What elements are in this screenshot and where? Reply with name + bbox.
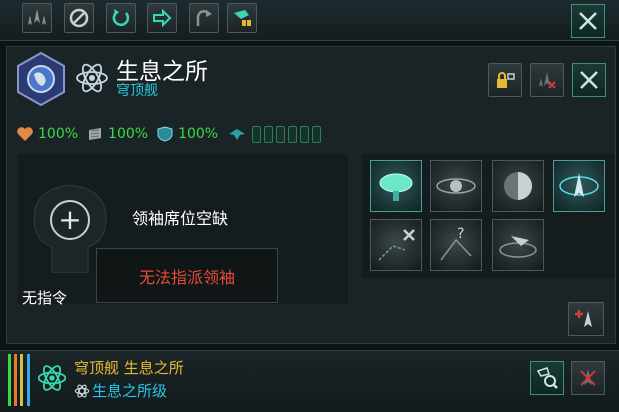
locate-fleet-button[interactable] (530, 361, 564, 395)
atom-icon (37, 365, 67, 391)
lock-camera-icon (497, 72, 515, 88)
patrol-module-button[interactable] (492, 219, 544, 271)
design-name[interactable]: 生息之所级 (74, 380, 167, 401)
close-window-button[interactable] (571, 4, 605, 38)
close-icon (579, 12, 597, 30)
close-icon (580, 71, 598, 89)
status-bar-blue (27, 354, 30, 406)
shield-icon (157, 126, 173, 142)
hull-percent: 100% (38, 126, 79, 142)
pip (312, 125, 322, 143)
curved-arrow-icon (196, 10, 212, 26)
atom-small-icon (74, 384, 90, 397)
hull-icon (17, 127, 33, 141)
stop-button[interactable] (64, 3, 94, 33)
bombard-module-button[interactable] (492, 160, 544, 212)
armor-icon (89, 128, 102, 140)
scrap-ship-icon (580, 369, 596, 386)
current-order-label: 无指令 (22, 289, 68, 307)
disband-fleet-icon (539, 72, 556, 89)
atom-icon (76, 63, 108, 93)
pip (300, 125, 310, 143)
path-cancel-icon (378, 229, 415, 261)
orbit-button[interactable] (189, 3, 219, 33)
planet-half-icon (504, 172, 532, 200)
lock-camera-button[interactable] (488, 63, 522, 97)
ship-binoculars-icon (234, 10, 251, 26)
status-bar-orange (14, 354, 17, 406)
add-ship-icon (575, 310, 592, 327)
cancel-move-button[interactable] (370, 219, 422, 271)
plus-icon: + (58, 203, 82, 236)
search-ship-icon (536, 367, 558, 389)
question-path-icon: ? (440, 226, 472, 261)
add-ship-button[interactable] (568, 302, 604, 336)
stop-icon (69, 8, 89, 28)
disband-fleet-button[interactable] (530, 63, 564, 97)
fleet-name[interactable]: 穹顶舰 生息之所 (74, 357, 184, 378)
shield-percent: 100% (178, 126, 219, 142)
scrap-fleet-button[interactable] (571, 361, 605, 395)
svg-text:?: ? (457, 226, 464, 242)
ship-in-orbit-icon (559, 173, 599, 197)
pip (264, 125, 274, 143)
pip (288, 125, 298, 143)
ship-class: 穹顶舰 (116, 83, 158, 99)
pip (252, 125, 262, 143)
fleet-formation-button[interactable] (22, 3, 52, 33)
ship-pips-icon (229, 129, 246, 140)
survey-module-button[interactable]: ? (430, 219, 482, 271)
habitat-station-icon (379, 173, 413, 201)
close-panel-button[interactable] (572, 63, 606, 97)
move-button[interactable] (147, 3, 177, 33)
ship-orbit-icon (499, 236, 537, 258)
assign-leader-button[interactable]: + (50, 200, 90, 240)
habitat-module-button[interactable] (370, 160, 422, 212)
empire-emblem-icon (17, 52, 65, 106)
leader-vacant-label: 领袖席位空缺 (132, 209, 229, 228)
status-bar-green (8, 354, 11, 406)
status-bar-yellow (20, 354, 23, 406)
ship-stats: 100% 100% 100% (16, 124, 324, 144)
survey-button[interactable] (227, 3, 257, 33)
fleet-formation-icon (28, 9, 46, 25)
design-name-label: 生息之所级 (92, 382, 168, 400)
pip (276, 125, 286, 143)
armor-percent: 100% (108, 126, 149, 142)
return-orbit-icon (112, 9, 130, 27)
arrow-right-icon (153, 8, 172, 28)
cannot-assign-tooltip: 无法指派领袖 (96, 248, 278, 303)
orbit-module-button[interactable] (430, 160, 482, 212)
build-ship-module-button[interactable] (553, 160, 605, 212)
return-orbit-button[interactable] (106, 3, 136, 33)
orbit-planet-icon (436, 178, 476, 194)
